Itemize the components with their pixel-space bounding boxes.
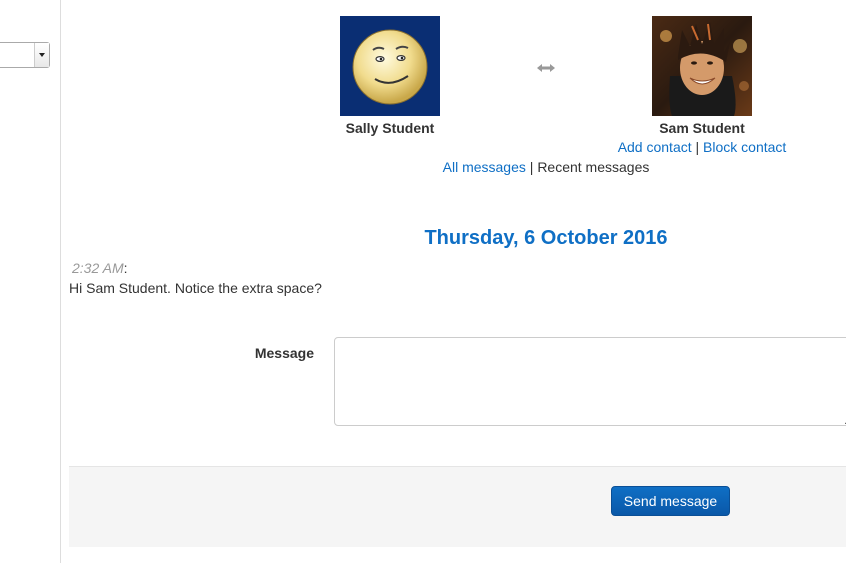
user-card-sam: Sam Student [602,16,802,137]
message-text: Hi Sam Student. Notice the extra space? [69,280,322,296]
avatar-sally [340,16,440,116]
date-heading: Thursday, 6 October 2016 [424,227,668,249]
send-message-button[interactable]: Send message [611,486,730,516]
user-card-sally: Sally Student [290,16,490,137]
block-contact-link[interactable]: Block contact [703,139,786,155]
message-textarea[interactable] [334,337,846,426]
message-label: Message [254,345,314,361]
add-contact-link[interactable]: Add contact [618,139,692,155]
left-column [0,0,61,563]
user-name-sam: Sam Student [659,120,745,136]
separator: | [695,139,700,155]
contact-actions: Add contact | Block contact [580,138,824,156]
message-timestamp: 2:32 AM [72,260,124,276]
all-messages-link[interactable]: All messages [443,159,526,175]
message-time: 2:32 AM: [72,259,128,277]
separator: | [529,159,534,175]
timestamp-colon: : [123,260,128,276]
message-view-links: All messages | Recent messages [420,158,672,176]
user-name-sally: Sally Student [345,120,435,136]
user-select[interactable] [0,42,50,68]
recent-messages-label: Recent messages [537,159,650,175]
swap-arrows-icon [537,64,555,72]
chevron-down-icon[interactable] [34,43,49,67]
avatar-sam [652,16,752,116]
